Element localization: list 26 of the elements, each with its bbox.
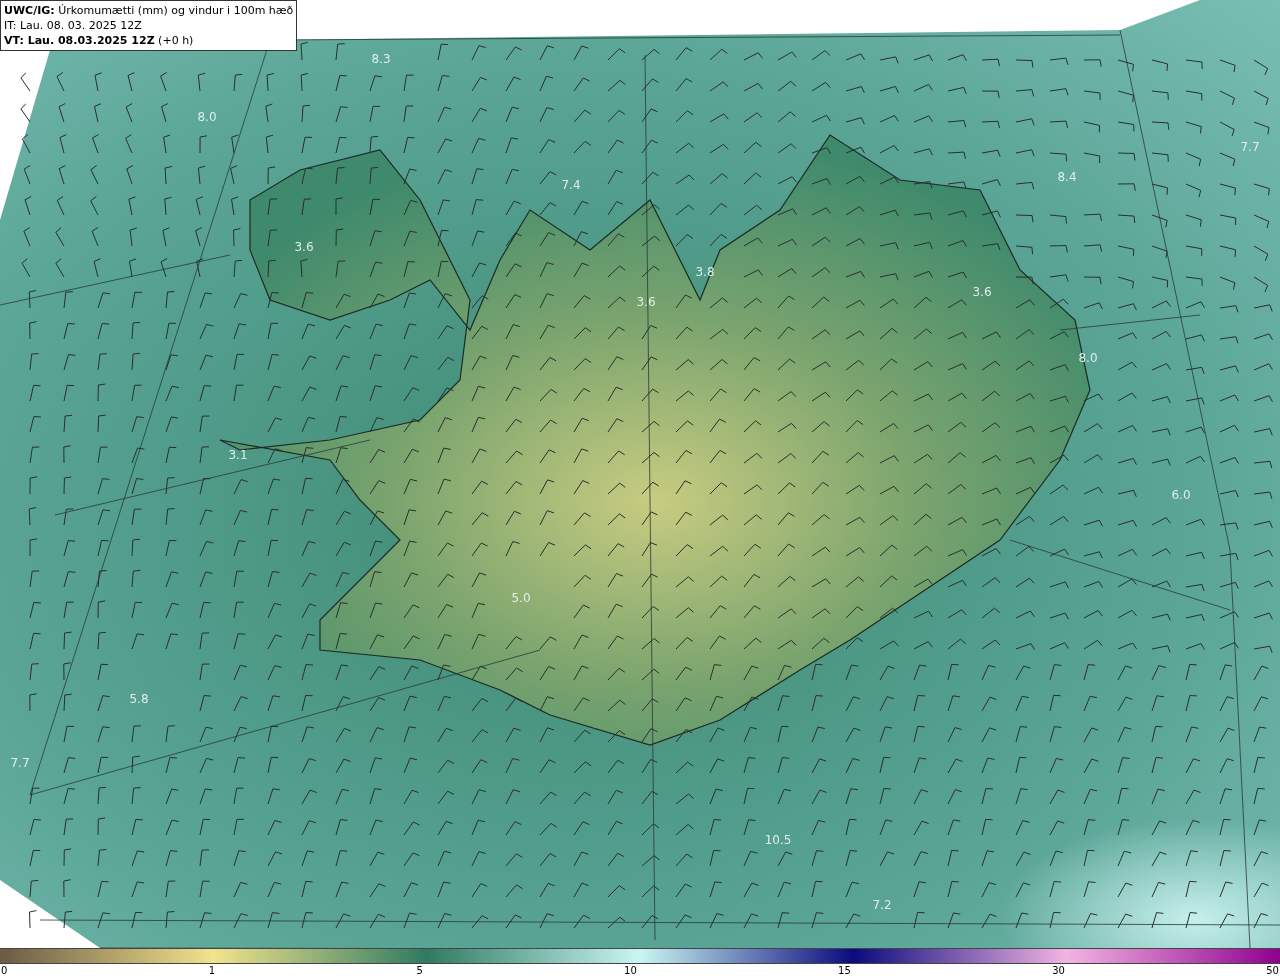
value-label: 7.7 <box>10 756 30 770</box>
title-line: UWC/IG: Úrkomumætti (mm) og vindur i 100m hæð <box>4 3 294 18</box>
value-label: 3.6 <box>636 295 656 309</box>
scale-tick-label: 5 <box>416 964 423 978</box>
scale-tick-label: 1 <box>208 964 216 978</box>
value-label: 7.4 <box>561 178 581 192</box>
scale-tick-label: 0 <box>1 964 8 978</box>
value-label: 3.8 <box>695 265 715 279</box>
value-label: 6.0 <box>1171 488 1191 502</box>
value-label: 8.3 <box>371 52 391 66</box>
value-label: 3.6 <box>972 285 992 299</box>
scale-tick-label: 10 <box>624 964 637 978</box>
value-label: 5.8 <box>129 692 149 706</box>
value-label: 8.4 <box>1057 170 1077 184</box>
value-label: 3.6 <box>294 240 314 254</box>
scale-tick-label: 30 <box>1052 964 1065 978</box>
value-label: 8.0 <box>197 110 217 124</box>
title-line: VT: Lau. 08.03.2025 12Z (+0 h) <box>4 33 195 48</box>
scale-tick-label: 50 <box>1266 964 1279 978</box>
value-label: 10.5 <box>764 833 792 847</box>
title-line: IT: Lau. 08. 03. 2025 12Z <box>4 18 143 33</box>
value-label: 3.1 <box>228 448 248 462</box>
scale-tick-label: 15 <box>838 964 851 978</box>
value-label: 7.7 <box>1240 140 1260 154</box>
value-label: 7.2 <box>872 898 892 912</box>
value-label: 5.0 <box>511 591 531 605</box>
